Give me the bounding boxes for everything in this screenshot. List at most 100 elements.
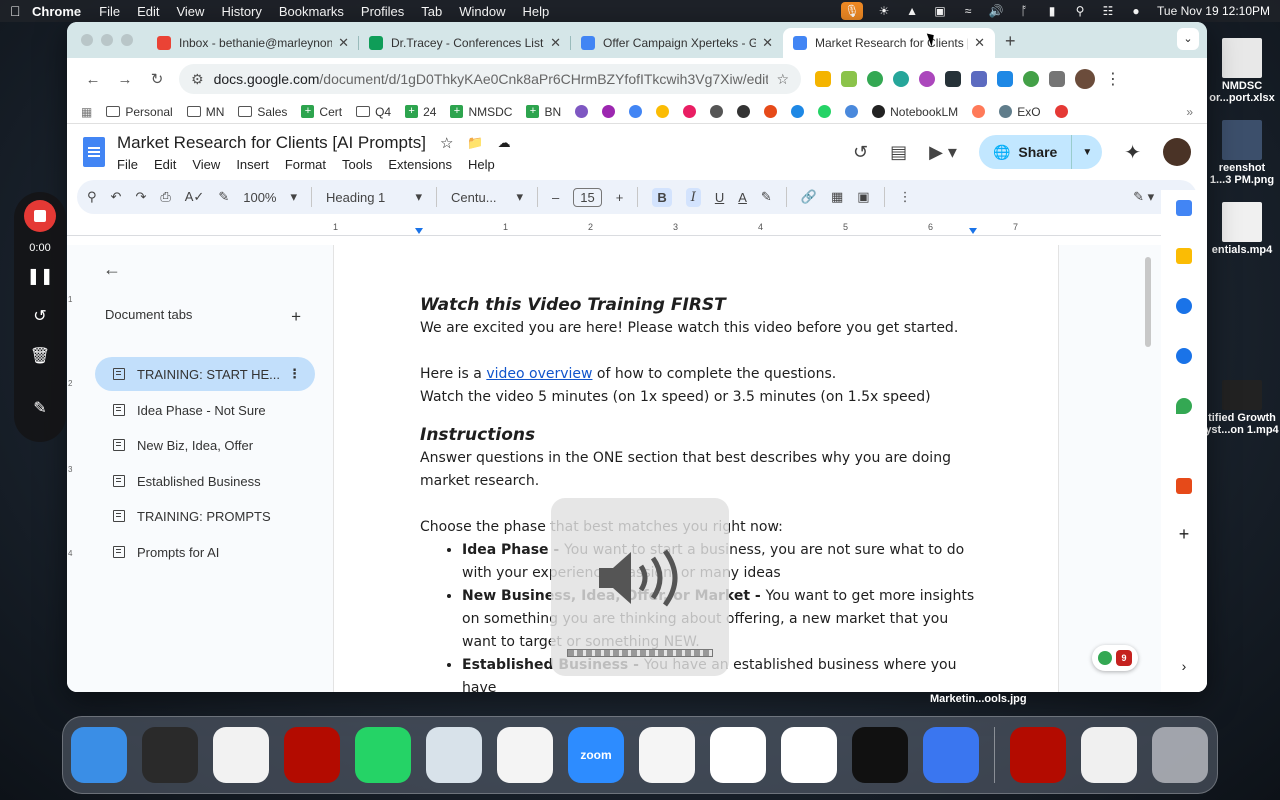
extension-icon[interactable] <box>893 71 909 87</box>
desktop-file-mp4[interactable]: entials.mp4 <box>1204 202 1280 256</box>
expand-panel-icon[interactable]: › <box>1176 658 1192 674</box>
maps-icon[interactable] <box>1176 398 1192 414</box>
tab-search-button[interactable]: ⌄ <box>1177 28 1199 50</box>
bookmark-icon[interactable] <box>764 105 778 118</box>
cloud-status-icon[interactable]: ☁ <box>498 135 511 151</box>
textedit-icon[interactable] <box>497 727 553 783</box>
address-bar[interactable]: ⚙ docs.google.com /document/d/1gD0ThkyKA… <box>179 64 801 94</box>
siri-icon[interactable]: ● <box>1129 4 1143 18</box>
contacts-icon[interactable] <box>1176 348 1192 364</box>
browser-tab-active[interactable]: Market Research for Clients [ ✕ <box>783 28 995 58</box>
more-icon[interactable]: ⋮ <box>1105 69 1121 89</box>
user-avatar[interactable] <box>1163 138 1191 166</box>
extension-icon[interactable] <box>815 71 831 87</box>
comments-icon[interactable]: ▤ <box>890 142 907 163</box>
bookmark-folder-mn[interactable]: MN <box>186 105 224 119</box>
acrobat-icon[interactable] <box>284 727 340 783</box>
browser-tab-sheets[interactable]: Dr.Tracey - Conferences List ✕ <box>359 28 571 58</box>
bookmark-24[interactable]: +24 <box>405 105 436 119</box>
messenger-icon[interactable] <box>639 727 695 783</box>
apps-grid-icon[interactable]: ▦ <box>81 105 92 119</box>
share-button[interactable]: 🌐 Share <box>979 135 1073 169</box>
gemini-spark-icon[interactable]: ✦ <box>1124 140 1141 165</box>
bookmark-nmsdc[interactable]: + NMSDC <box>450 105 512 119</box>
office-addon-icon[interactable] <box>1176 478 1192 494</box>
docs-logo-icon[interactable] <box>83 137 105 167</box>
chrome-icon[interactable] <box>781 727 837 783</box>
wifi-icon[interactable]: ≈ <box>961 4 975 18</box>
redo-icon[interactable]: ↷ <box>135 189 146 205</box>
font-select[interactable]: Centu... ▾ <box>451 189 523 205</box>
bookmark-notebooklm[interactable]: NotebookLM <box>872 105 958 119</box>
docs-menu-tools[interactable]: Tools <box>342 157 372 172</box>
close-window-button[interactable] <box>81 34 93 46</box>
keep-icon[interactable] <box>1176 248 1192 264</box>
spellcheck-icon[interactable]: A✓ <box>185 189 205 205</box>
restart-icon[interactable]: ↺ <box>14 306 66 326</box>
vertical-ruler[interactable]: 1 2 3 4 <box>67 245 79 692</box>
docs-menu-format[interactable]: Format <box>285 157 326 172</box>
bookmark-star-icon[interactable]: ☆ <box>776 71 789 88</box>
bookmark-icon[interactable] <box>602 105 616 118</box>
doc-tab-prompts-ai[interactable]: Prompts for AI <box>95 535 315 569</box>
grammar-assistant-badge[interactable]: 9 <box>1092 645 1138 671</box>
new-tab-button[interactable]: + <box>1005 31 1016 52</box>
undo-icon[interactable]: ↶ <box>111 189 122 205</box>
bookmark-folder-sales[interactable]: Sales <box>238 105 287 119</box>
bookmark-icon[interactable] <box>683 105 697 118</box>
tab-options-icon[interactable]: ⋮ <box>288 366 301 382</box>
trash-icon[interactable] <box>1152 727 1208 783</box>
desktop-file-label-jpg[interactable]: Marketin...ools.jpg <box>930 693 1027 705</box>
more-bookmarks-icon[interactable]: » <box>1186 105 1193 119</box>
desktop-file-screenshot[interactable]: reenshot 1...3 PM.png <box>1204 120 1280 186</box>
finder-icon[interactable] <box>71 727 127 783</box>
right-indent-marker[interactable] <box>969 228 977 234</box>
profile-avatar[interactable] <box>1075 69 1095 89</box>
underline-button[interactable]: U <box>715 190 724 205</box>
desktop-file-xlsx[interactable]: NMDSC or...port.xlsx <box>1204 38 1280 104</box>
menubar-item-help[interactable]: Help <box>523 4 550 19</box>
menubar-item-view[interactable]: View <box>176 4 204 19</box>
horizontal-ruler[interactable]: 1 1 2 3 4 5 6 7 <box>333 220 1059 236</box>
document-scrollbar[interactable] <box>1145 257 1151 347</box>
decrease-font-size-button[interactable]: – <box>552 190 559 205</box>
forward-button[interactable]: → <box>109 71 141 88</box>
add-comment-icon[interactable]: ▦ <box>831 189 843 205</box>
star-icon[interactable]: ☆ <box>440 134 453 152</box>
bookmark-folder-personal[interactable]: Personal <box>106 105 173 119</box>
photo-app-icon[interactable] <box>426 727 482 783</box>
gemini-icon[interactable] <box>791 105 805 118</box>
bookmark-exo[interactable]: ExO <box>999 105 1041 119</box>
openai-icon[interactable] <box>710 105 724 118</box>
hubspot-icon[interactable] <box>972 105 986 118</box>
paint-format-icon[interactable]: ✎ <box>218 189 229 205</box>
tasks-icon[interactable] <box>1176 298 1192 314</box>
bold-button[interactable]: B <box>652 187 672 207</box>
bookmark-icon[interactable] <box>575 105 589 118</box>
extension-icon[interactable] <box>1023 71 1039 87</box>
menubar-item-file[interactable]: File <box>99 4 120 19</box>
desktop-file-growth-mp4[interactable]: tified Growth yst...on 1.mp4 <box>1204 380 1280 436</box>
version-history-icon[interactable]: ↺ <box>853 142 868 163</box>
extension-icon[interactable] <box>919 71 935 87</box>
preview-icon[interactable] <box>213 727 269 783</box>
volume-icon[interactable]: 🔊 <box>989 4 1004 18</box>
video-overview-link[interactable]: video overview <box>486 366 592 382</box>
doc-tab-idea-phase[interactable]: Idea Phase - Not Sure <box>95 393 315 427</box>
highlight-icon[interactable]: ✎ <box>761 189 772 205</box>
increase-font-size-button[interactable]: + <box>616 190 624 205</box>
whatsapp-icon[interactable] <box>818 105 832 118</box>
stop-recording-button[interactable] <box>24 200 56 232</box>
menubar-item-history[interactable]: History <box>221 4 261 19</box>
google-icon[interactable] <box>629 105 643 118</box>
font-size-input[interactable]: 15 <box>573 187 602 207</box>
bluetooth-icon[interactable]: ᚩ <box>1017 4 1031 18</box>
control-center-icon[interactable]: ☷ <box>1101 4 1115 18</box>
menubar-item-profiles[interactable]: Profiles <box>361 4 404 19</box>
search-icon[interactable]: ⚲ <box>1073 4 1087 18</box>
apple-icon[interactable]:  <box>10 3 32 19</box>
extension-icon[interactable] <box>867 71 883 87</box>
bookmark-cert[interactable]: + Cert <box>301 105 342 119</box>
drive-icon[interactable] <box>656 105 670 118</box>
back-arrow-icon[interactable]: ← <box>103 259 121 280</box>
